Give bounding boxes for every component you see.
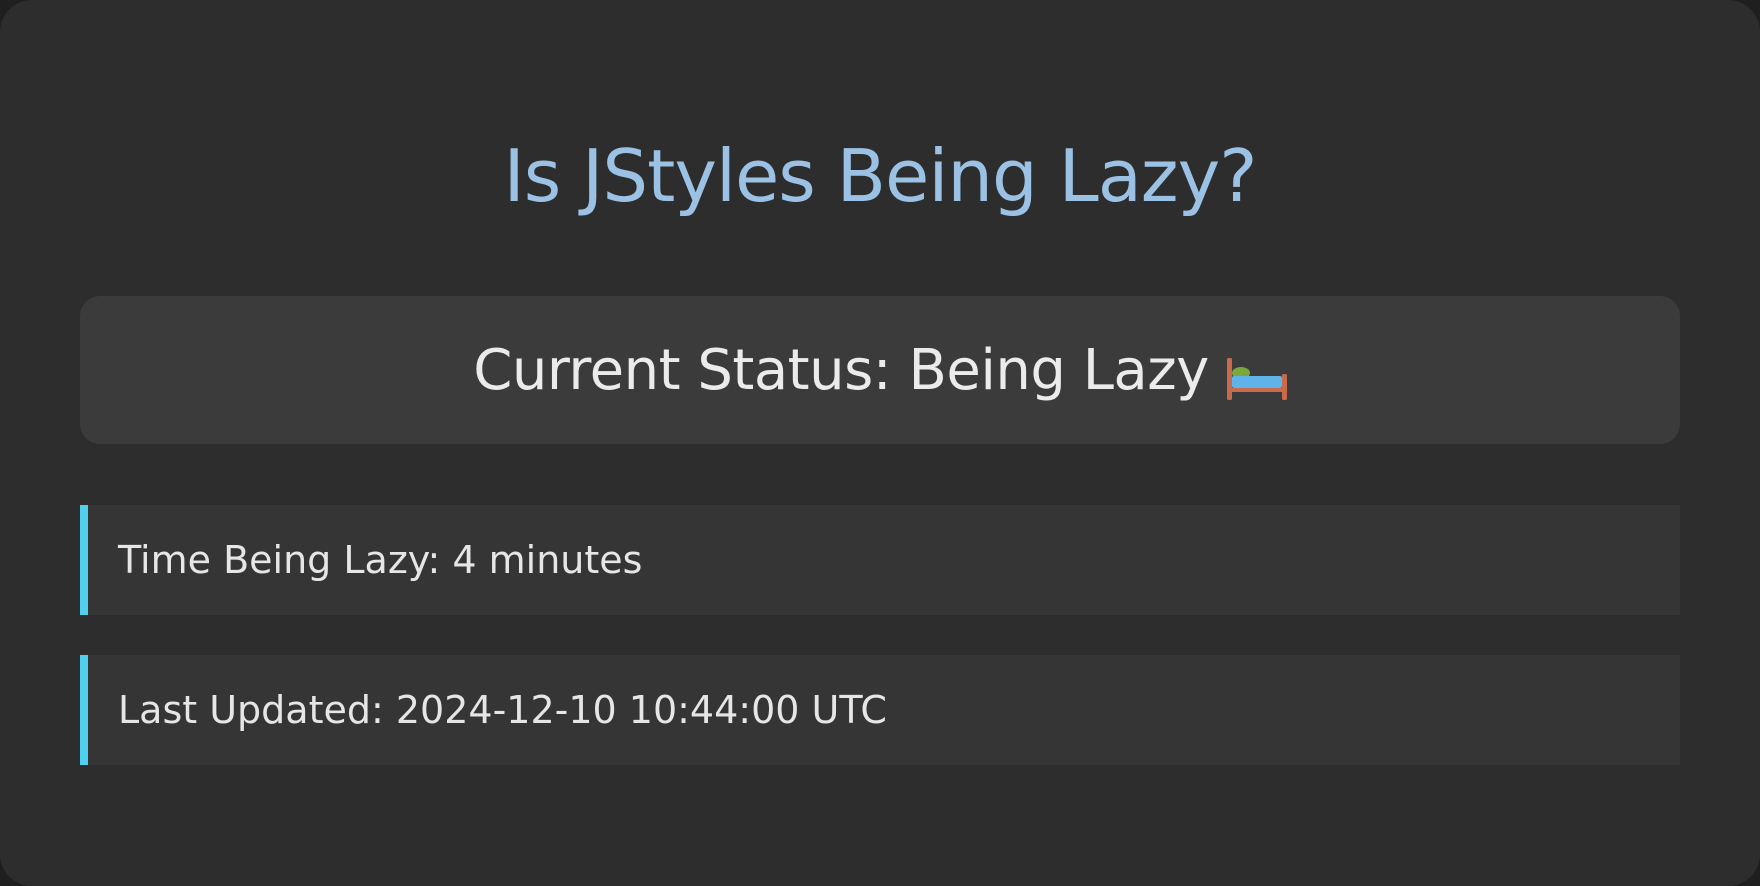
current-status: Current Status: Being Lazy: [473, 338, 1287, 403]
time-being-lazy-text: Time Being Lazy: 4 minutes: [118, 538, 643, 582]
current-status-box: Current Status: Being Lazy: [80, 296, 1680, 444]
last-updated-row: Last Updated: 2024-12-10 10:44:00 UTC: [80, 655, 1680, 765]
status-card: Is JStyles Being Lazy? Current Status: B…: [0, 0, 1760, 886]
bed-icon: [1226, 351, 1287, 400]
current-status-label: Current Status: Being Lazy: [473, 337, 1209, 403]
last-updated-text: Last Updated: 2024-12-10 10:44:00 UTC: [118, 688, 887, 732]
time-being-lazy-row: Time Being Lazy: 4 minutes: [80, 505, 1680, 615]
page-title: Is JStyles Being Lazy?: [503, 134, 1258, 218]
